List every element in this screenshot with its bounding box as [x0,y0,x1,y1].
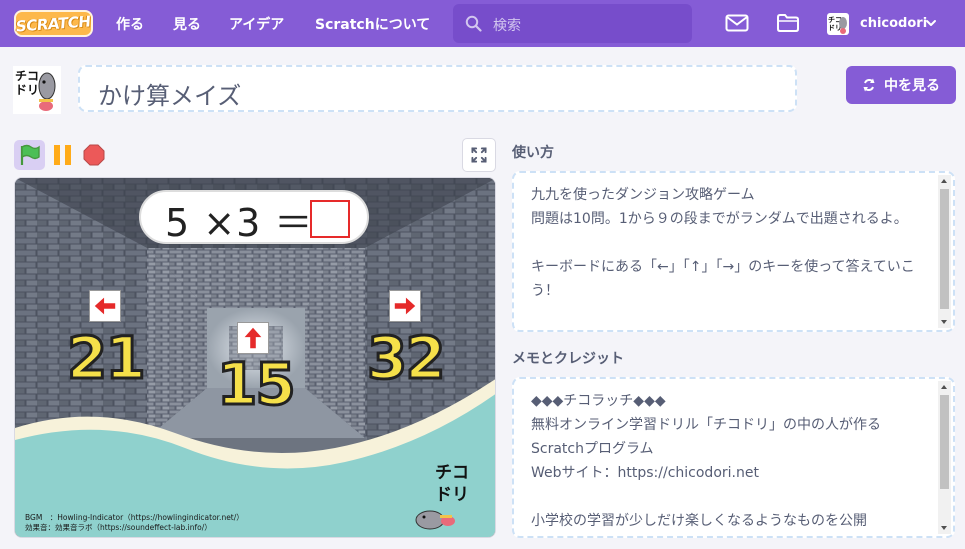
instructions-scrollbar[interactable] [938,175,951,328]
scratch-logo[interactable]: SCRATCH [14,10,93,37]
my-stuff-folder-icon[interactable] [776,12,800,34]
project-title: かけ算メイズ [98,82,242,110]
see-inside-label: 中を見る [884,78,940,94]
notes-panel[interactable]: ◆◆◆チコラッチ◆◆◆ 無料オンライン学習ドリル「チコドリ」の中の人が作るScr… [512,377,955,538]
right-choice-number: 32 [366,323,448,394]
logo-text: SCRATCH [15,11,92,36]
svg-text:ドリ: ドリ [15,83,39,97]
nav-create[interactable]: 作る [116,0,144,47]
project-stage[interactable]: 5 ×3 ＝ 21 15 32 チコドリ BGM ：Howling-Indica… [14,177,496,538]
pause-icon[interactable] [52,145,74,165]
left-arrow-sign [89,290,121,322]
green-flag-button[interactable] [14,140,45,170]
stage-credits: BGM ：Howling-Indicator（https://howlingin… [25,513,244,533]
fullscreen-icon [471,147,487,163]
see-inside-button[interactable]: 中を見る [846,66,956,104]
instructions-panel[interactable]: 九九を使ったダンジョン攻略ゲーム 問題は10問。1から９の段までがランダムで出題… [512,171,955,332]
center-choice-number: 15 [216,349,298,420]
nav-create-label: 作る [116,16,144,33]
search-icon [465,15,482,32]
green-flag-icon [20,144,40,165]
chicodori-mark: チコ ドリ [433,458,481,505]
nav-explore[interactable]: 見る [173,0,201,47]
credit-se: 効果音：効果音ラボ（https://soundeffect-lab.info/） [25,523,212,532]
username[interactable]: chicodori [860,16,927,31]
nav-about-label: Scratchについて [315,16,431,33]
svg-text:チコ: チコ [435,463,469,483]
remix-arrows-icon [863,78,875,92]
avatar[interactable]: チコ ドリ [827,13,849,35]
credit-bgm: BGM ：Howling-Indicator（https://howlingin… [25,513,244,522]
nav-ideas[interactable]: アイデア [229,0,284,47]
notes-scrollbar[interactable] [938,381,951,534]
svg-text:チコ: チコ [15,69,39,83]
mascot-bird-icon [415,510,455,530]
messages-icon[interactable] [725,12,749,34]
instructions-text: 九九を使ったダンジョン攻略ゲーム 問題は10問。1から９の段までがランダムで出題… [531,187,915,299]
notes-heading: メモとクレジット [512,351,624,367]
question-text: 5 ×3 ＝ [165,201,314,245]
top-nav-bar: SCRATCH 作る 見る アイデア Scratchについて 検索 チコ ドリ c… [0,0,965,47]
svg-text:ドリ: ドリ [435,485,469,504]
fullscreen-button[interactable] [462,138,496,172]
stop-icon[interactable] [83,144,105,166]
instructions-heading: 使い方 [512,145,554,161]
project-title-field[interactable]: かけ算メイズ [78,65,797,112]
left-arrow-icon [94,297,116,315]
right-arrow-icon [394,297,416,315]
nav-about[interactable]: Scratchについて [315,0,430,47]
answer-box [310,200,350,238]
left-choice-number: 21 [66,323,148,394]
nav-explore-label: 見る [173,16,201,33]
search-placeholder: 検索 [493,18,521,34]
project-author-thumbnail[interactable]: チコ ドリ [13,66,61,114]
right-arrow-sign [389,290,421,322]
nav-ideas-label: アイデア [229,16,285,33]
chevron-down-icon[interactable] [925,17,937,29]
notes-text: ◆◆◆チコラッチ◆◆◆ 無料オンライン学習ドリル「チコドリ」の中の人が作るScr… [531,393,881,529]
search-input[interactable]: 検索 [453,4,692,43]
up-arrow-icon [244,327,262,349]
